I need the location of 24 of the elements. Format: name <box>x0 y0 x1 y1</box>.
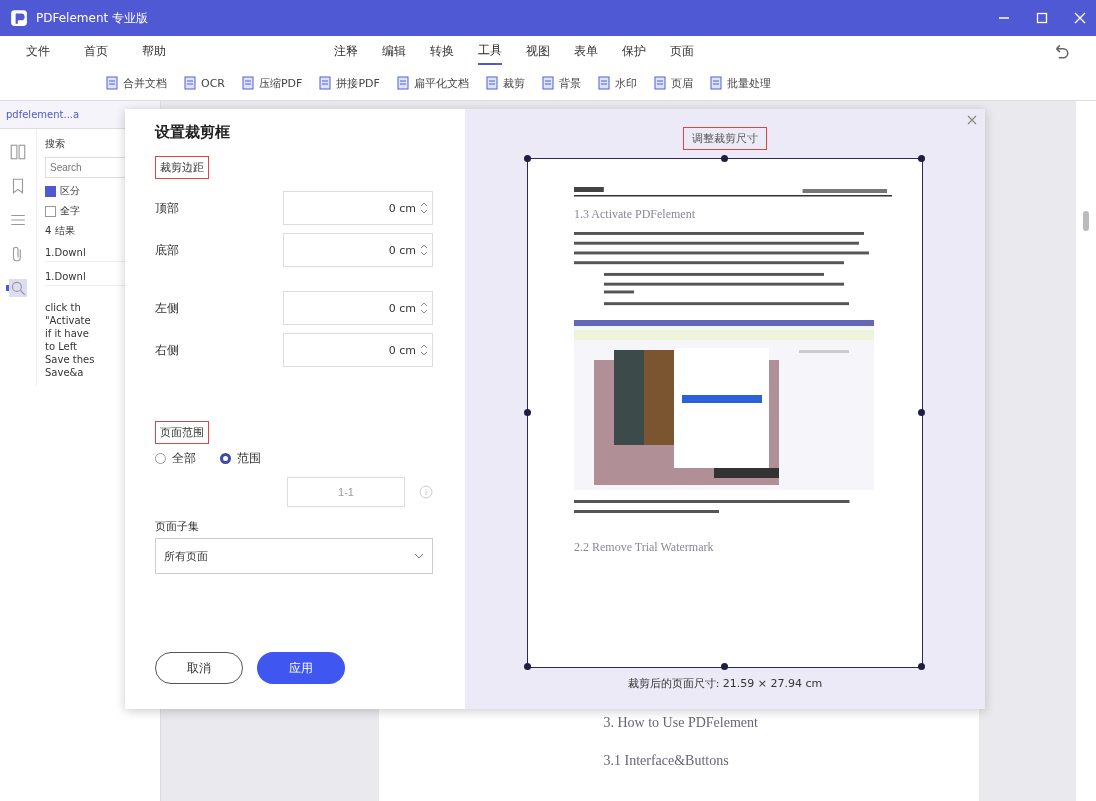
results-header: 4 结果 <box>45 224 76 238</box>
result-snippet: "Activate <box>45 315 92 326</box>
result-snippet: if it have <box>45 328 90 339</box>
margin-label: 左侧 <box>155 299 179 317</box>
preview-label: 调整裁剪尺寸 <box>683 127 767 150</box>
option-label: 区分 <box>60 184 80 198</box>
result-snippet: Save thes <box>45 354 96 365</box>
margin-label: 顶部 <box>155 199 179 217</box>
page-size-text: 裁剪后的页面尺寸: 21.59 × 27.94 cm <box>627 676 823 691</box>
section-label: 裁剪边距 <box>155 156 209 179</box>
panel-title: 搜索 <box>45 137 66 151</box>
section-label: 页面范围 <box>155 421 209 444</box>
result-snippet: to Left <box>45 341 79 352</box>
margin-label: 底部 <box>155 241 179 259</box>
option-label: 全字 <box>60 204 80 218</box>
page-heading: 1.3 Activate PDFelement <box>574 207 696 222</box>
page-heading: 2.2 Remove Trial Watermark <box>574 540 715 555</box>
result-snippet: click th <box>45 302 82 313</box>
field-label: 页面子集 <box>155 519 200 534</box>
document-heading: 3.1 Interface&Buttons <box>603 753 730 769</box>
result-snippet: Save&a <box>45 367 85 378</box>
document-heading: 3. How to Use PDFelement <box>603 715 759 731</box>
margin-label: 右侧 <box>155 341 179 359</box>
window-title: PDFelement 专业版 <box>36 9 149 27</box>
